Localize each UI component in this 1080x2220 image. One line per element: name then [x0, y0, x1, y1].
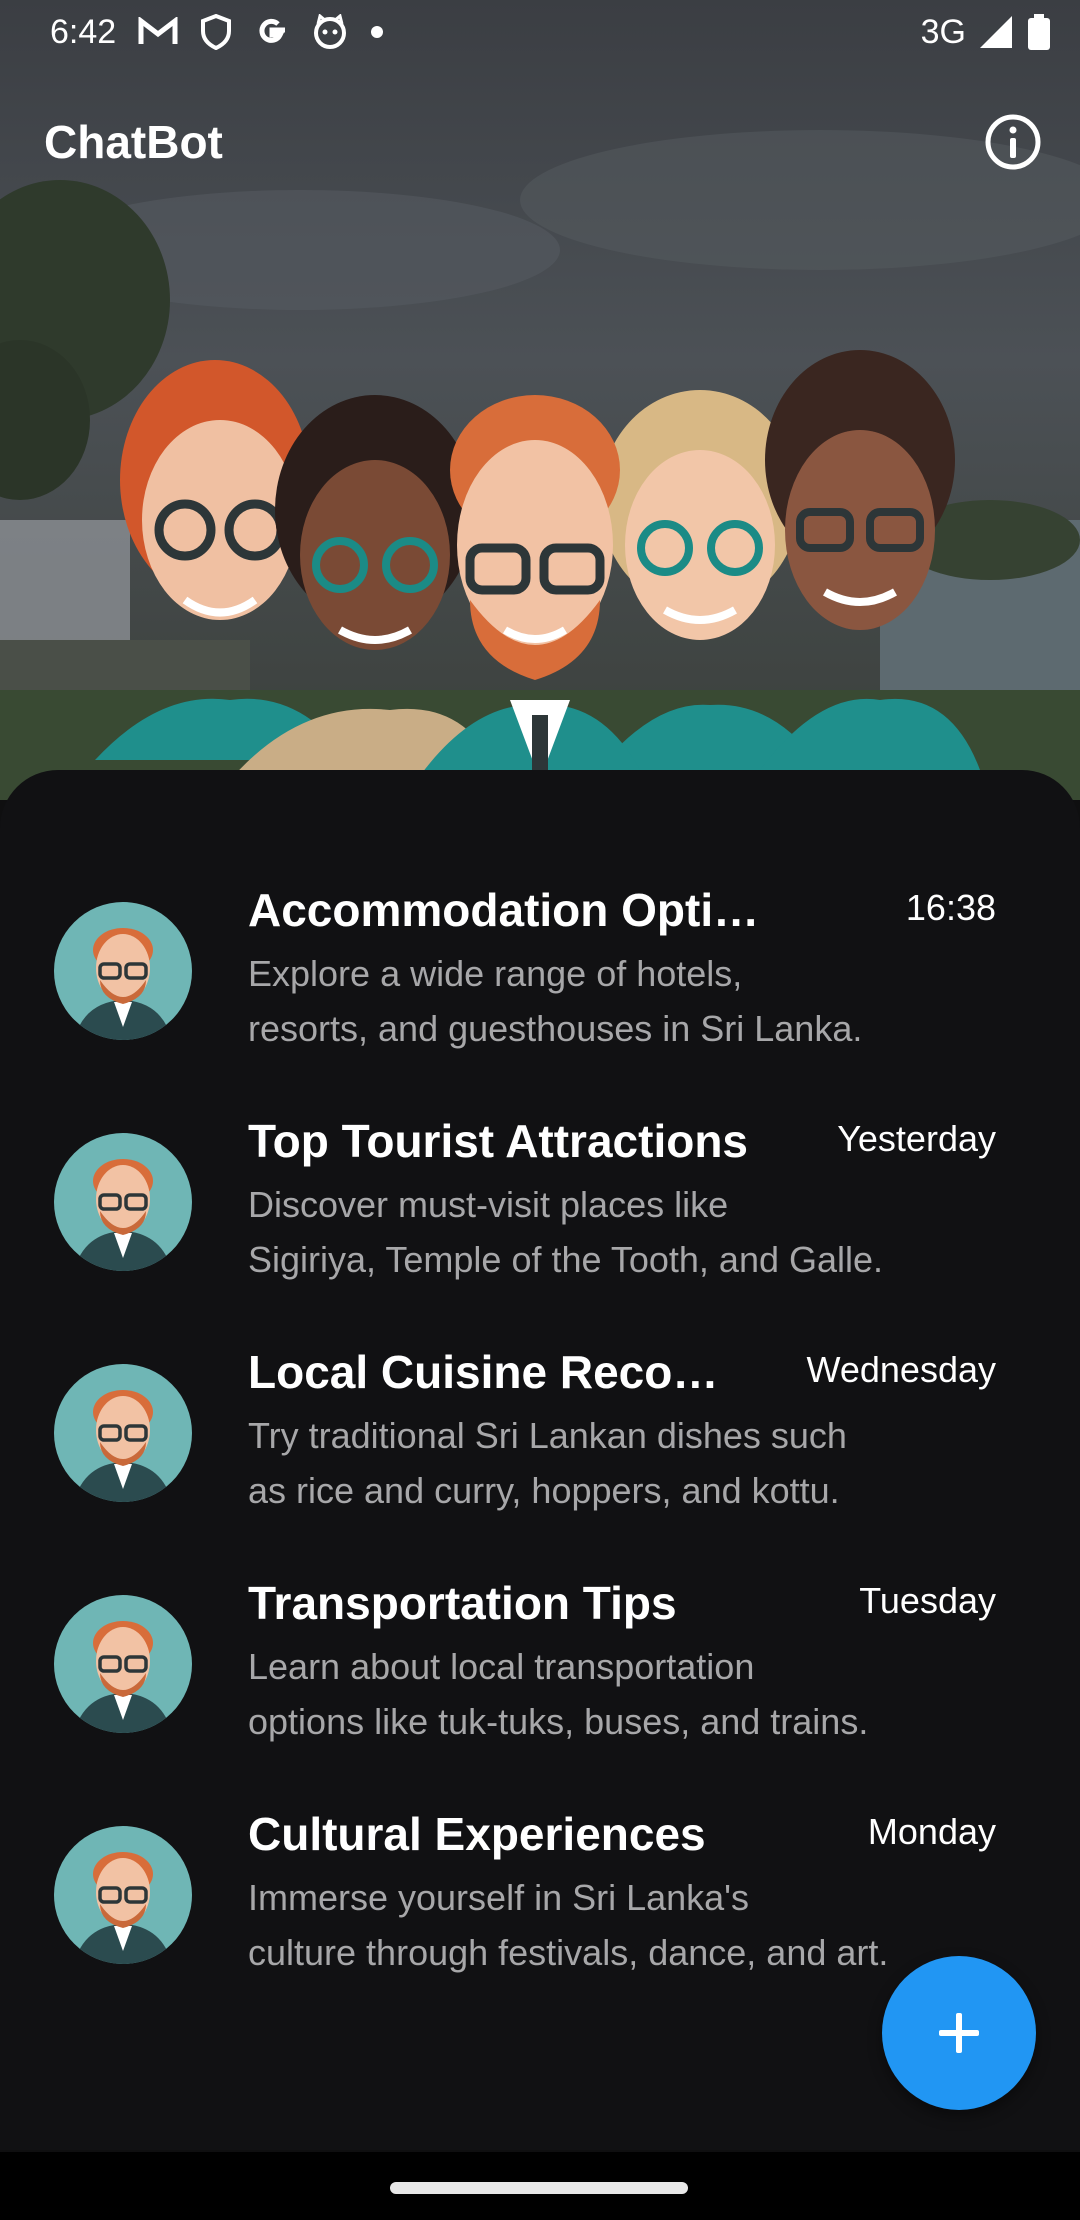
chatbot-avatar	[54, 902, 192, 1040]
gmail-icon	[138, 17, 178, 44]
conversation-time: Yesterday	[837, 1118, 996, 1159]
status-bar: 6:42 3G	[0, 0, 1080, 64]
conversation-item[interactable]: Top Tourist Attractions Yesterday Discov…	[0, 1111, 1080, 1342]
chatbot-avatar	[54, 1133, 192, 1271]
chatbot-avatar	[54, 1595, 192, 1733]
battery-icon	[1028, 14, 1050, 50]
conversation-preview: Explore a wide range of hotels, resorts,…	[248, 946, 928, 1056]
status-time: 6:42	[50, 12, 117, 51]
google-icon	[259, 18, 286, 43]
conversation-time: Tuesday	[859, 1580, 996, 1621]
conversation-title: Transportation Tips	[248, 1577, 677, 1629]
preview-line: culture through festivals, dance, and ar…	[248, 1932, 889, 1973]
shield-icon	[201, 14, 232, 50]
signal-icon	[980, 16, 1012, 48]
conversation-time: Monday	[867, 1811, 996, 1852]
conversation-title: Top Tourist Attractions	[248, 1115, 749, 1167]
system-nav-bar	[0, 2152, 1080, 2220]
conversation-item[interactable]: Local Cuisine Recommendations Wednesday …	[0, 1342, 1080, 1573]
app-bar: ChatBot	[0, 96, 1080, 188]
preview-line: Discover must-visit places like	[248, 1184, 729, 1225]
preview-line: resorts, and guesthouses in Sri Lanka.	[248, 1008, 863, 1049]
conversation-preview: Immerse yourself in Sri Lanka's culture …	[248, 1870, 928, 1980]
conversation-preview: Learn about local transportation options…	[248, 1639, 928, 1749]
home-gesture-pill[interactable]	[390, 2182, 688, 2194]
new-chat-button[interactable]	[882, 1956, 1036, 2110]
preview-line: as rice and curry, hoppers, and kottu.	[248, 1470, 840, 1511]
plus-icon	[939, 2013, 979, 2053]
conversation-title: Local Cuisine Recommendations	[248, 1346, 753, 1398]
preview-line: Explore a wide range of hotels,	[248, 953, 743, 994]
conversation-item[interactable]: Transportation Tips Tuesday Learn about …	[0, 1573, 1080, 1804]
conversation-item[interactable]: Accommodation Options 16:38 Explore a wi…	[0, 880, 1080, 1111]
preview-line: Learn about local transportation	[248, 1646, 755, 1687]
conversation-preview: Try traditional Sri Lankan dishes such a…	[248, 1408, 928, 1518]
conversation-title: Cultural Experiences	[248, 1808, 706, 1860]
dot-icon	[371, 26, 384, 38]
preview-line: Sigiriya, Temple of the Tooth, and Galle…	[248, 1239, 884, 1280]
network-type: 3G	[920, 12, 966, 51]
preview-line: Try traditional Sri Lankan dishes such	[248, 1415, 847, 1456]
chatbot-avatar	[54, 1826, 192, 1964]
conversation-list: Accommodation Options 16:38 Explore a wi…	[0, 880, 1080, 2035]
conversation-title: Accommodation Options	[248, 884, 768, 936]
conversation-time: 16:38	[905, 887, 996, 928]
chatbot-avatar	[54, 1364, 192, 1502]
app-title: ChatBot	[44, 116, 223, 168]
conversation-time: Wednesday	[806, 1349, 996, 1390]
conversation-sheet: Accommodation Options 16:38 Explore a wi…	[0, 770, 1080, 2150]
cat-face-icon	[314, 14, 347, 49]
info-icon[interactable]	[984, 113, 1042, 171]
preview-line: Immerse yourself in Sri Lanka's	[248, 1877, 750, 1918]
conversation-preview: Discover must-visit places like Sigiriya…	[248, 1177, 928, 1287]
preview-line: options like tuk-tuks, buses, and trains…	[248, 1701, 869, 1742]
